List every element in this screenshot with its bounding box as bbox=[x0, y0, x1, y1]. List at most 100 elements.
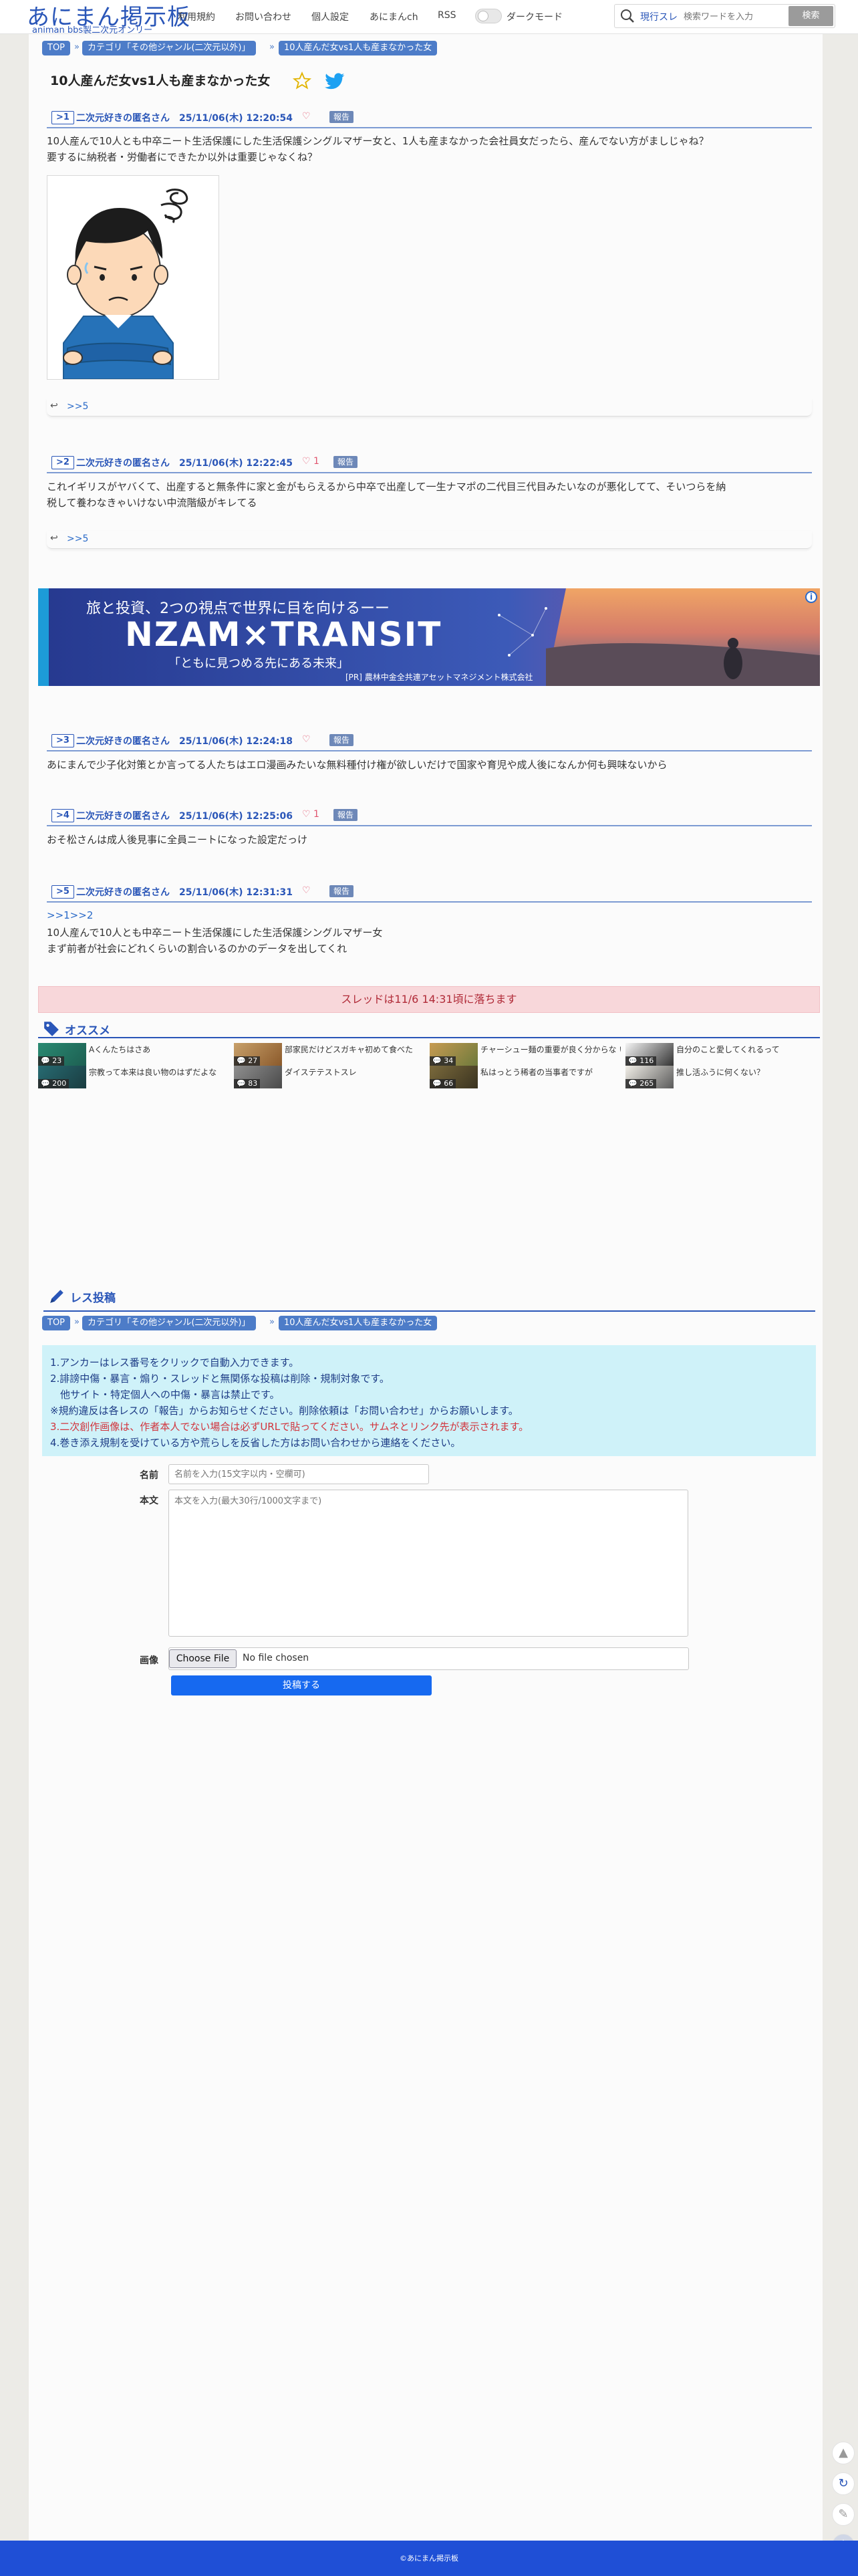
post-divider bbox=[47, 127, 812, 128]
ad-info-icon[interactable]: i bbox=[805, 591, 817, 603]
post-meta: 二次元好きの匿名さん 25/11/06(木) 12:24:18 bbox=[76, 736, 293, 747]
post-meta: 二次元好きの匿名さん 25/11/06(木) 12:31:31 bbox=[76, 887, 293, 898]
image-label: 画像 bbox=[140, 1655, 158, 1666]
reply-bar: ↩ >>5 bbox=[47, 531, 812, 549]
reload-icon[interactable]: ↻ bbox=[832, 2472, 855, 2495]
post-divider bbox=[47, 750, 812, 751]
post-divider bbox=[47, 472, 812, 473]
report-button[interactable]: 報告 bbox=[333, 456, 358, 468]
thread-close-notice: スレッドは11/6 14:31頃に落ちます bbox=[38, 986, 820, 1013]
scroll-top-icon[interactable]: ▲ bbox=[832, 2442, 855, 2464]
reply-bar: ↩ >>5 bbox=[47, 398, 812, 417]
like-heart-icon[interactable]: ♡ bbox=[302, 885, 311, 896]
like-heart-icon[interactable]: ♡ 1 bbox=[302, 809, 319, 820]
like-count: 1 bbox=[313, 809, 319, 820]
breadcrumb-separator: » bbox=[269, 42, 275, 52]
recommend-title[interactable]: 私はっとう稀者の当事者ですが bbox=[480, 1066, 621, 1078]
ad-banner[interactable]: 旅と投資、2つの視点で世界に目を向けるーー NZAM×TRANSIT 「ともに見… bbox=[38, 588, 820, 686]
favorite-star-icon[interactable] bbox=[293, 72, 311, 90]
recommend-title[interactable]: 宗教って本来は良い物のはずだよな bbox=[89, 1066, 229, 1078]
content-sheet bbox=[29, 0, 823, 2576]
post-meta: 二次元好きの匿名さん 25/11/06(木) 12:20:54 bbox=[76, 113, 293, 124]
report-button[interactable]: 報告 bbox=[333, 809, 358, 821]
breadcrumb-top[interactable]: TOP bbox=[42, 41, 71, 55]
recommend-title[interactable]: 推し活ふうに何くない？ bbox=[676, 1066, 817, 1078]
search-input[interactable] bbox=[682, 7, 785, 26]
recommend-count: 💬 83 bbox=[234, 1079, 261, 1088]
body-textarea[interactable] bbox=[168, 1490, 688, 1637]
site-header: あにまん掲示板 animan bbs製二次元オンリー 利用規約 お問い合わせ 個… bbox=[0, 0, 858, 35]
recommend-count: 💬 66 bbox=[430, 1079, 456, 1088]
report-button[interactable]: 報告 bbox=[329, 734, 354, 746]
post-number[interactable]: >1 bbox=[51, 111, 74, 124]
like-heart-icon[interactable]: ♡ bbox=[302, 111, 311, 122]
search-button[interactable]: 検索 bbox=[789, 6, 833, 26]
recommend-title[interactable]: ダイステテストスレ bbox=[285, 1066, 425, 1078]
twitter-share-icon[interactable] bbox=[324, 73, 345, 90]
name-input[interactable] bbox=[168, 1464, 429, 1484]
copyright: ©あにまん掲示板 bbox=[400, 2554, 458, 2563]
write-icon[interactable]: ✎ bbox=[832, 2503, 855, 2526]
search-scope[interactable]: 現行スレ bbox=[640, 10, 678, 23]
like-heart-icon[interactable]: ♡ bbox=[302, 734, 311, 745]
recommend-title[interactable]: 自分のこと愛してくれるって bbox=[676, 1044, 817, 1055]
recommend-thumbnail[interactable]: 💬 116 bbox=[625, 1043, 674, 1066]
recommend-title[interactable]: 部家民だけどスガキャ初めて食べた bbox=[285, 1044, 425, 1055]
reply-arrow-icon: ↩ bbox=[50, 533, 58, 544]
recommend-count: 💬 116 bbox=[625, 1056, 657, 1066]
recommend-thumbnail[interactable]: 💬 27 bbox=[234, 1043, 282, 1066]
reply-anchor-link[interactable]: >>5 bbox=[67, 534, 88, 544]
reply-anchor-link[interactable]: >>5 bbox=[67, 401, 88, 412]
breadcrumb-thread[interactable]: 10人産んだ女vs1人も産まなかった女 bbox=[279, 1316, 438, 1330]
recommend-thumbnail[interactable]: 💬 265 bbox=[625, 1066, 674, 1088]
recommend-count: 💬 23 bbox=[38, 1056, 65, 1066]
report-button[interactable]: 報告 bbox=[329, 111, 354, 123]
post-number[interactable]: >3 bbox=[51, 734, 74, 747]
dark-mode-toggle[interactable] bbox=[475, 9, 502, 23]
recommend-thumbnail[interactable]: 💬 200 bbox=[38, 1066, 86, 1088]
post-body-line: 10人産んで10人とも中卒ニート生活保護にした生活保護シングルマザー女と、1人も… bbox=[47, 135, 709, 147]
post-number[interactable]: >4 bbox=[51, 809, 74, 822]
recommend-thumbnail[interactable]: 💬 66 bbox=[430, 1066, 478, 1088]
recommend-count: 💬 27 bbox=[234, 1056, 261, 1066]
nav-terms[interactable]: 利用規約 bbox=[178, 10, 215, 23]
nav-rss[interactable]: RSS bbox=[438, 10, 456, 21]
nav-animanch[interactable]: あにまんch bbox=[370, 10, 418, 23]
tag-icon bbox=[44, 1022, 59, 1036]
post-body-line: 税して養わなきゃいけない中流階級がキレてる bbox=[47, 497, 257, 509]
osusume-title: オススメ bbox=[65, 1024, 110, 1038]
rule-line: 3.二次創作画像は、作者本人でない場合は必ずURLで貼ってください。サムネとリン… bbox=[50, 1421, 529, 1433]
breadcrumb-thread[interactable]: 10人産んだ女vs1人も産まなかった女 bbox=[279, 41, 438, 55]
recommend-count: 💬 265 bbox=[625, 1079, 657, 1088]
recommend-count: 💬 34 bbox=[430, 1056, 456, 1066]
nav-contact[interactable]: お問い合わせ bbox=[235, 10, 291, 23]
recommend-thumbnail[interactable]: 💬 23 bbox=[38, 1043, 86, 1066]
file-status: No file chosen bbox=[243, 1653, 309, 1663]
recommend-count: 💬 200 bbox=[38, 1079, 69, 1088]
nav-settings[interactable]: 個人設定 bbox=[311, 10, 349, 23]
recommend-thumbnail[interactable]: 💬 34 bbox=[430, 1043, 478, 1066]
choose-file-button[interactable]: Choose File bbox=[169, 1649, 237, 1668]
rule-line: 2.誹謗中傷・暴言・煽り・スレッドと無関係な投稿は削除・規制対象です。 bbox=[50, 1373, 390, 1385]
post-body: 10人産んで10人とも中卒ニート生活保護にした生活保護シングルマザー女と、1人も… bbox=[47, 133, 709, 165]
submit-button[interactable]: 投稿する bbox=[171, 1675, 432, 1695]
recommend-title[interactable]: チャーシュー麺の重要が良く分からな い bbox=[480, 1044, 621, 1055]
breadcrumb-top[interactable]: TOP bbox=[42, 1316, 71, 1330]
like-count: 1 bbox=[313, 456, 319, 467]
site-footer: ©あにまん掲示板 bbox=[0, 2541, 858, 2576]
post-image[interactable] bbox=[47, 175, 219, 380]
like-heart-icon[interactable]: ♡ 1 bbox=[302, 456, 319, 467]
report-button[interactable]: 報告 bbox=[329, 885, 354, 897]
rule-line: ※規約違反は各レスの「報告」からお知らせください。削除依頼は「お問い合わせ」から… bbox=[50, 1405, 519, 1417]
banner-tagline: 「ともに見つめる先にある未来」 bbox=[168, 657, 349, 671]
post-number[interactable]: >5 bbox=[51, 885, 74, 899]
breadcrumb-category[interactable]: カテゴリ「その他ジャンル(二次元以外)」 bbox=[82, 41, 256, 55]
dark-mode-label: ダークモード bbox=[507, 12, 563, 23]
post-number[interactable]: >2 bbox=[51, 456, 74, 469]
posting-rules: 1.アンカーはレス番号をクリックで自動入力できます。 2.誹謗中傷・暴言・煽り・… bbox=[42, 1345, 816, 1456]
name-label: 名前 bbox=[140, 1470, 158, 1481]
recommend-thumbnail[interactable]: 💬 83 bbox=[234, 1066, 282, 1088]
quoted-anchor-link[interactable]: >>1>>2 bbox=[47, 909, 93, 921]
recommend-title[interactable]: Aくんたちはさあ bbox=[89, 1044, 229, 1055]
breadcrumb-category[interactable]: カテゴリ「その他ジャンル(二次元以外)」 bbox=[82, 1316, 256, 1330]
